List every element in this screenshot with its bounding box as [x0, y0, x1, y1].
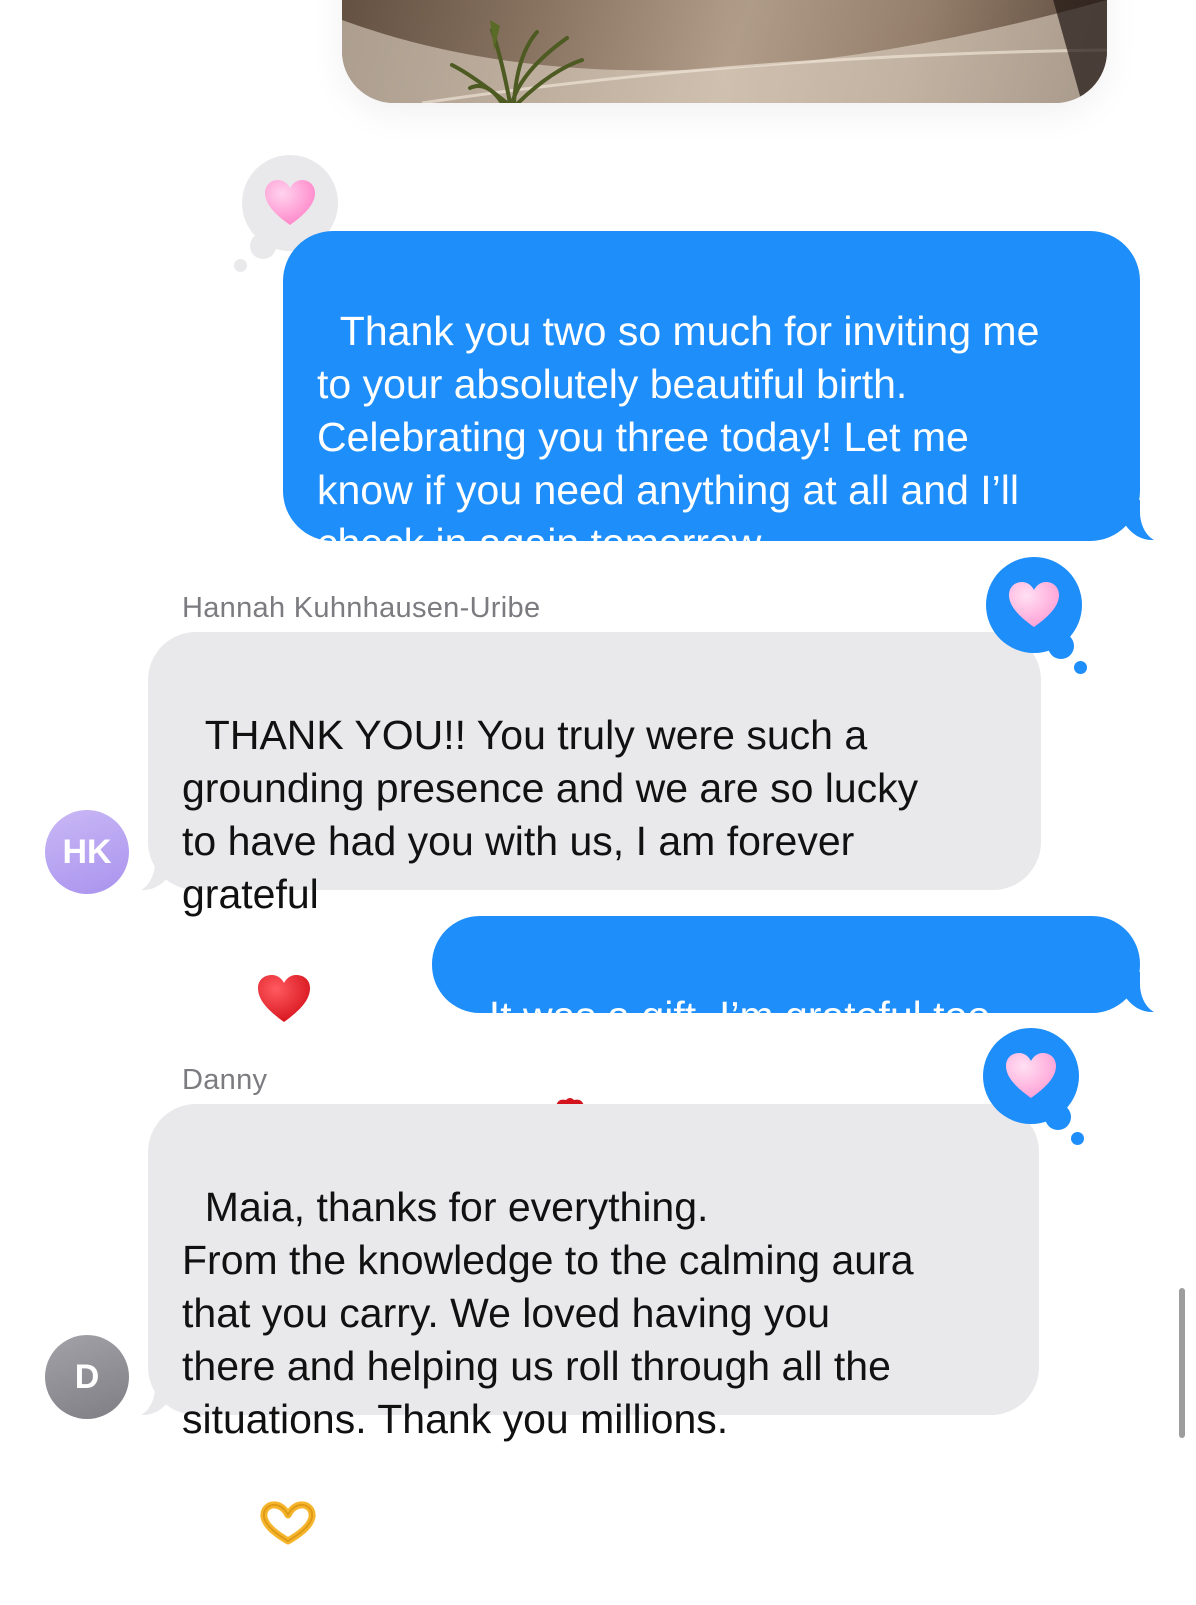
pink-heart-icon — [1009, 582, 1059, 627]
scroll-indicator[interactable] — [1179, 1288, 1185, 1438]
avatar[interactable]: HK — [45, 810, 129, 894]
pink-heart-icon — [265, 180, 315, 225]
avatar[interactable]: D — [45, 1335, 129, 1419]
tapback-reaction[interactable] — [983, 1028, 1084, 1145]
photo-image — [342, 0, 1107, 103]
message-text: It was a gift, I’m grateful too — [488, 993, 991, 1039]
message-text: Thank you two so much for inviting me to… — [317, 308, 1040, 566]
sent-message-bubble[interactable]: Thank you two so much for inviting me to… — [283, 231, 1140, 566]
received-message-bubble[interactable]: Maia, thanks for everything. From the kn… — [148, 1104, 1039, 1545]
heart-hands-icon — [205, 1446, 317, 1605]
sender-name: Hannah Kuhnhausen-Uribe — [182, 592, 541, 624]
sent-message-bubble[interactable]: It was a gift, I’m grateful too — [432, 916, 1140, 1152]
red-heart-icon — [205, 921, 313, 1082]
photo-attachment[interactable] — [342, 0, 1107, 103]
tapback-reaction[interactable] — [986, 557, 1087, 674]
message-text: THANK YOU!! You truly were such a ground… — [182, 712, 919, 917]
received-message-bubble[interactable]: THANK YOU!! You truly were such a ground… — [148, 632, 1041, 1022]
sender-name: Danny — [182, 1064, 268, 1096]
pink-heart-icon — [1006, 1053, 1056, 1098]
message-text: Maia, thanks for everything. From the kn… — [182, 1184, 914, 1442]
